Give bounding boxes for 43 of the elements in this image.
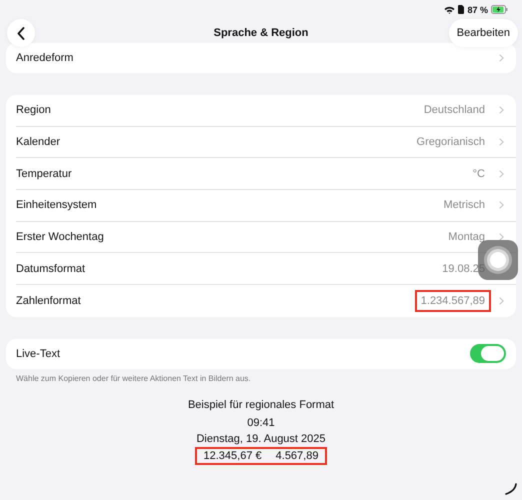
settings-row[interactable]: Zahlenformat 1.234.567,89 <box>16 285 516 317</box>
example-number: 4.567,89 <box>276 448 318 463</box>
row-value: Deutschland <box>422 103 486 118</box>
wifi-icon <box>444 6 456 14</box>
settings-row[interactable]: Einheitensystem Metrisch <box>16 190 516 222</box>
sim-card-icon <box>458 5 464 14</box>
example-time: 09:41 <box>247 416 275 431</box>
page-title: Sprache & Region <box>214 27 308 39</box>
chevron-icon <box>499 138 504 146</box>
battery-percent: 87 % <box>467 4 488 14</box>
example-date: Dienstag, 19. August 2025 <box>196 432 326 447</box>
example-heading: Beispiel für regionales Format <box>188 398 334 413</box>
row-label: Kalender <box>16 136 60 148</box>
settings-row[interactable]: Kalender Gregorianisch <box>16 126 516 158</box>
row-label: Anredeform <box>16 52 74 64</box>
row-value: Metrisch <box>442 198 486 214</box>
row-value: °C <box>472 166 486 182</box>
row-value: Montag <box>447 230 486 246</box>
row-label: Einheitensystem <box>16 199 97 212</box>
chevron-icon <box>499 170 504 178</box>
chevron-icon <box>499 54 504 62</box>
settings-row[interactable]: Anredeform <box>6 43 516 73</box>
footer-text: Wähle zum Kopieren oder für weitere Aktionen Text in Bildern aus. <box>16 374 252 383</box>
row-label: Live-Text <box>16 348 60 360</box>
resize-corner-icon <box>505 483 517 495</box>
example-currency: 12.345,67 € <box>204 448 262 463</box>
chevron-icon <box>499 233 504 242</box>
back-button[interactable] <box>7 19 35 47</box>
row-label: Datumsformat <box>16 262 86 275</box>
settings-row[interactable]: Temperatur °C <box>16 158 516 190</box>
row-value: 1.234.567,89 <box>414 290 491 312</box>
chevron-icon <box>499 106 504 114</box>
row-label: Erster Wochentag <box>16 231 104 244</box>
row-label: Temperatur <box>16 168 72 180</box>
row-value: Gregorianisch <box>416 135 486 150</box>
settings-row[interactable]: Region Deutschland <box>16 95 516 127</box>
back-chevron-icon <box>17 26 25 40</box>
chevron-icon <box>499 296 504 305</box>
toggle-switch[interactable] <box>470 344 506 364</box>
row-label: Zahlenformat <box>16 294 81 307</box>
edit-button[interactable]: Bearbeiten <box>448 19 518 47</box>
row-label: Region <box>16 104 51 116</box>
chevron-icon <box>499 201 504 210</box>
